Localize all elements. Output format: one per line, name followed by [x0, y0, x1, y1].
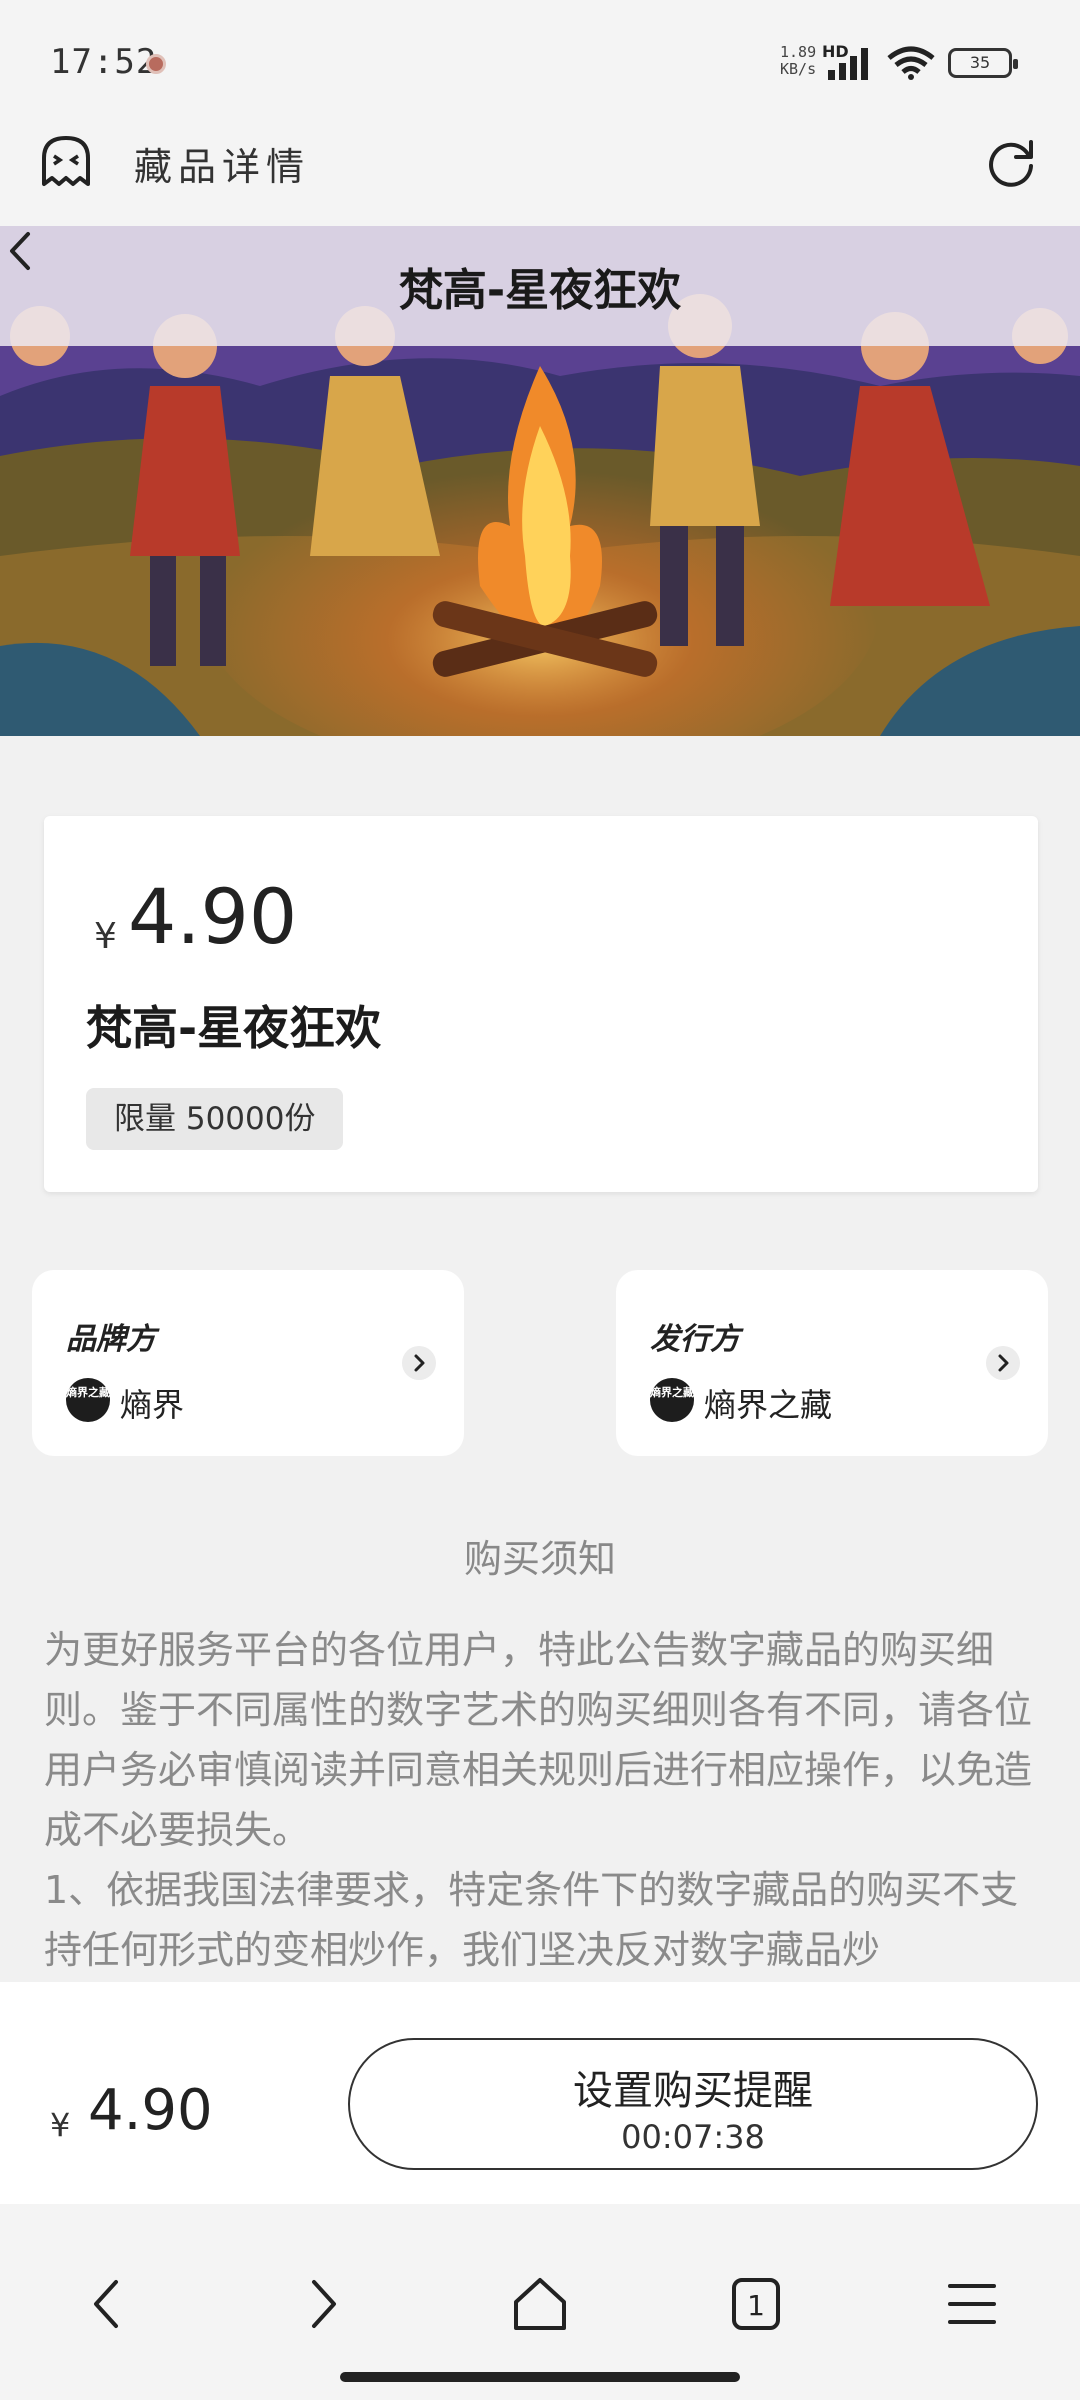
network-speed: 1.89 KB/s — [780, 43, 817, 78]
reminder-label: 设置购买提醒 — [573, 2068, 813, 2114]
battery-level: 35 — [969, 53, 991, 72]
publisher-logo: 熵界之藏 — [650, 1378, 694, 1422]
menu-icon[interactable] — [932, 2264, 1012, 2344]
currency-symbol: ¥ — [50, 2106, 71, 2144]
buy-price: 4.90 — [88, 2078, 213, 2143]
signal-icon — [828, 48, 868, 80]
wifi-icon — [887, 46, 935, 80]
brand-label: 品牌方 — [66, 1322, 156, 1357]
nav-forward-icon[interactable] — [282, 2264, 362, 2344]
product-price: 4.90 — [128, 872, 298, 961]
countdown-timer: 00:07:38 — [621, 2118, 765, 2156]
tabs-icon[interactable]: 1 — [716, 2264, 796, 2344]
recording-indicator-icon — [146, 54, 166, 74]
home-icon[interactable] — [500, 2264, 580, 2344]
home-indicator[interactable] — [340, 2372, 740, 2382]
hero-nav-bar: 梵高-星夜狂欢 — [0, 226, 1080, 346]
ghost-icon[interactable] — [40, 134, 92, 190]
hero-banner: 梵高-星夜狂欢 — [0, 226, 1080, 736]
product-name: 梵高-星夜狂欢 — [86, 1001, 382, 1055]
publisher-card[interactable]: 发行方 熵界之藏 熵界之藏 — [616, 1270, 1048, 1456]
tab-count: 1 — [747, 2289, 765, 2322]
price-card: ¥ 4.90 梵高-星夜狂欢 限量 50000份 — [44, 816, 1038, 1192]
set-purchase-reminder-button[interactable]: 设置购买提醒 00:07:38 — [348, 2038, 1038, 2170]
app-title: 藏品详情 — [134, 145, 311, 189]
browser-nav-bar: 1 — [0, 2204, 1080, 2400]
brand-name: 熵界 — [120, 1386, 185, 1424]
publisher-name: 熵界之藏 — [704, 1386, 833, 1424]
purchase-notice-body: 为更好服务平台的各位用户，特此公告数字藏品的购买细则。鉴于不同属性的数字艺术的购… — [44, 1628, 1033, 1972]
battery-icon: 35 — [948, 48, 1018, 78]
chevron-right-icon — [986, 1346, 1020, 1380]
brand-card[interactable]: 品牌方 熵界之藏 熵界 — [32, 1270, 464, 1456]
nav-back-icon[interactable] — [68, 2264, 148, 2344]
currency-symbol: ¥ — [94, 916, 117, 957]
brand-logo: 熵界之藏 — [66, 1378, 110, 1422]
buy-bar: ¥ 4.90 设置购买提醒 00:07:38 — [0, 1982, 1080, 2204]
purchase-notice-title: 购买须知 — [463, 1537, 616, 1581]
status-bar: 17:52 1.89 KB/s HD 35 — [0, 0, 1080, 120]
status-time: 17:52 — [50, 42, 158, 82]
refresh-icon[interactable] — [984, 136, 1038, 190]
collection-title: 梵高-星夜狂欢 — [398, 265, 682, 316]
publisher-label: 发行方 — [650, 1322, 740, 1357]
chevron-right-icon — [402, 1346, 436, 1380]
limit-badge: 限量 50000份 — [86, 1088, 344, 1150]
